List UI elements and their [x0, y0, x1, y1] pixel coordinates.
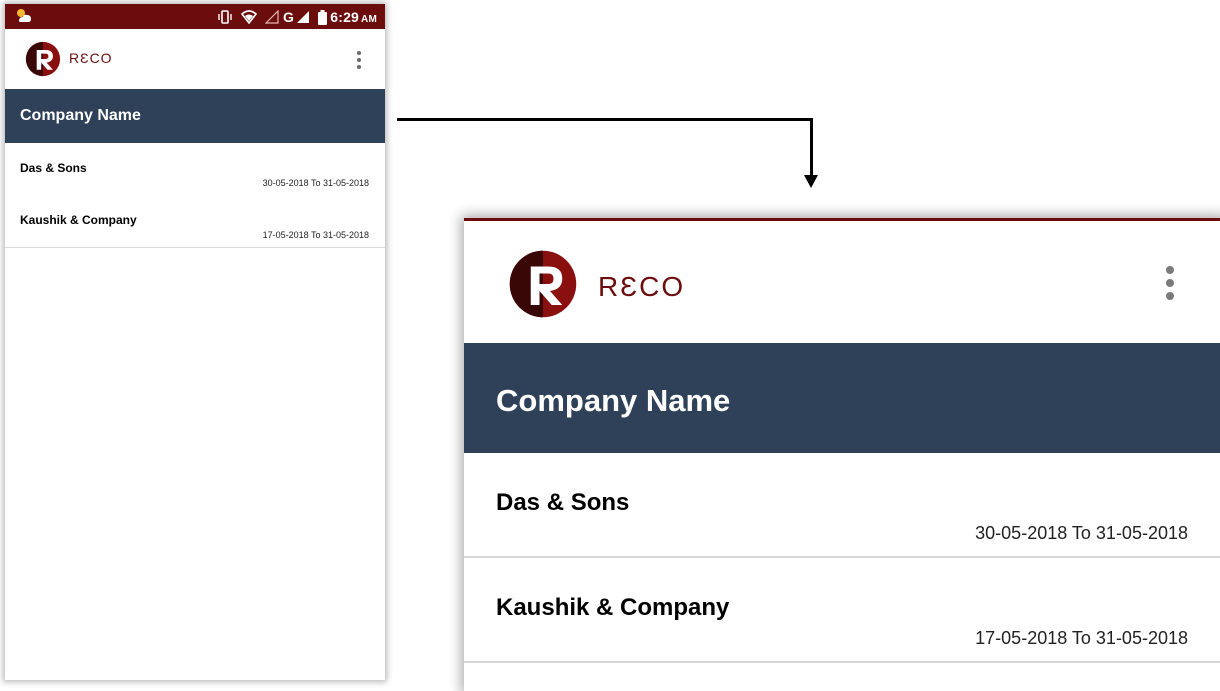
zoomed-view: RƐCO Company Name Das & Sons 30-05-2018 … — [464, 218, 1220, 691]
network-type: G — [283, 9, 294, 25]
connector-line — [810, 118, 813, 176]
wifi-icon — [241, 10, 257, 24]
list-header: Company Name — [5, 89, 385, 143]
reco-logo-icon — [25, 41, 61, 77]
company-name: Kaushik & Company — [496, 594, 730, 621]
company-period: 17-05-2018 To 31-05-2018 — [262, 230, 369, 240]
battery-icon — [317, 9, 327, 25]
zoom-list-header: Company Name — [464, 343, 1220, 453]
reco-logo-icon — [509, 250, 577, 318]
overflow-menu-icon[interactable] — [355, 51, 363, 71]
company-list-item[interactable]: Kaushik & Company 17-05-2018 To 31-05-20… — [464, 558, 1220, 663]
company-name: Das & Sons — [20, 161, 87, 175]
company-name: Kaushik & Company — [20, 213, 137, 227]
company-period: 17-05-2018 To 31-05-2018 — [975, 628, 1188, 648]
signal-empty-icon — [265, 10, 279, 24]
overflow-menu-icon[interactable] — [1164, 266, 1176, 306]
arrow-down-icon — [804, 175, 818, 188]
time-ampm: AM — [361, 14, 377, 25]
signal-icon — [296, 11, 309, 23]
company-list-item[interactable]: Das & Sons 30-05-2018 To 31-05-2018 — [464, 453, 1220, 558]
status-bar: G 6:29 AM — [5, 4, 385, 29]
company-name: Das & Sons — [496, 489, 630, 516]
company-period: 30-05-2018 To 31-05-2018 — [975, 523, 1188, 543]
app-logo-text: RƐCO — [598, 271, 686, 302]
list-header-title: Company Name — [20, 107, 141, 124]
app-bar: RƐCO — [5, 29, 385, 89]
zoom-app-bar: RƐCO — [464, 221, 1220, 343]
status-time: 6:29 AM — [330, 9, 377, 25]
company-list-item[interactable]: Das & Sons 30-05-2018 To 31-05-2018 — [5, 143, 385, 196]
time-value: 6:29 — [330, 9, 360, 25]
connector-line — [397, 118, 811, 121]
weather-icon — [17, 9, 31, 22]
app-logo-text: RƐCO — [69, 50, 113, 66]
company-period: 30-05-2018 To 31-05-2018 — [262, 178, 369, 188]
list-header-title: Company Name — [496, 383, 731, 418]
phone-screen: G 6:29 AM RƐCO Company Name Das & Sons 30… — [5, 4, 385, 680]
vibrate-icon — [218, 10, 232, 24]
company-list-item[interactable]: Kaushik & Company 17-05-2018 To 31-05-20… — [5, 195, 385, 248]
